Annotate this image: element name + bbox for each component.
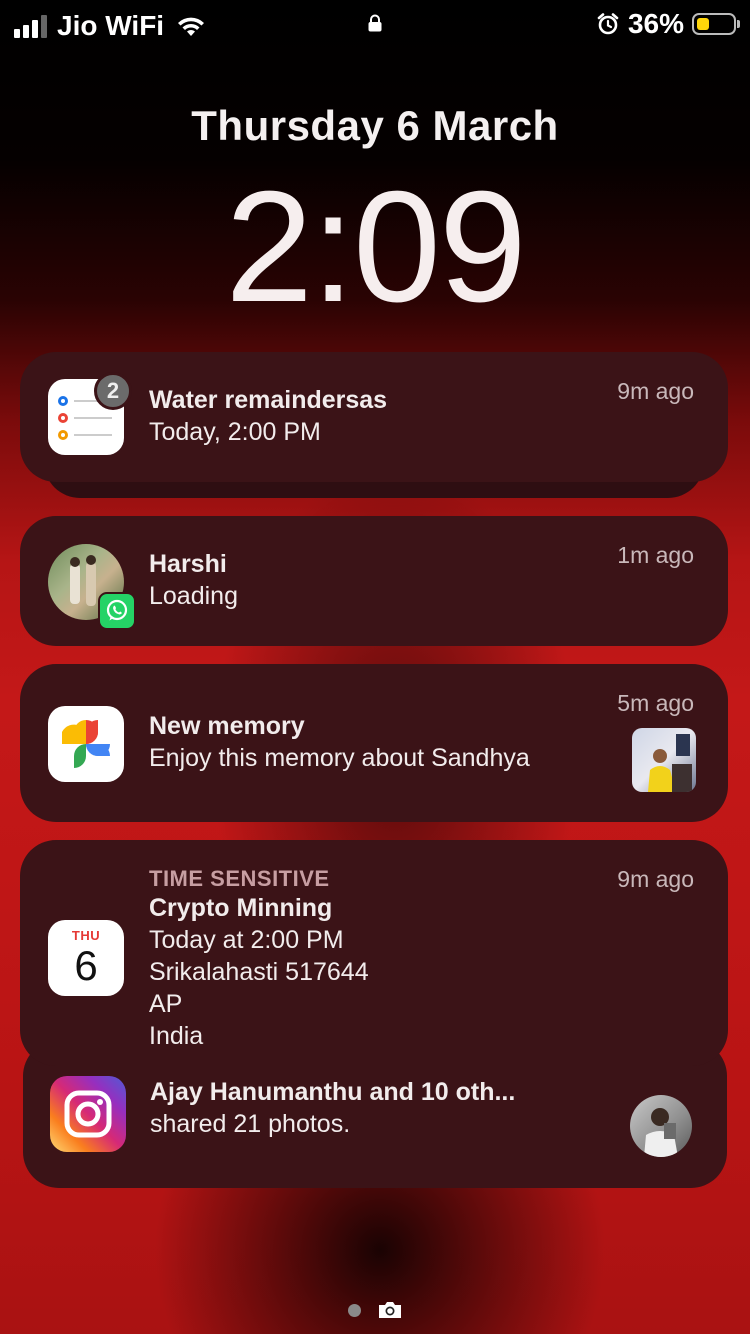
lock-time: 2:09 bbox=[225, 159, 527, 335]
notification-count-badge: 2 bbox=[94, 372, 132, 410]
time-sensitive-label: TIME SENSITIVE bbox=[149, 866, 330, 891]
notification-title: New memory bbox=[149, 712, 305, 740]
notification-time: 9m ago bbox=[617, 378, 694, 404]
notification-title: Ajay Hanumanthu and 10 oth... bbox=[150, 1078, 516, 1106]
notification-title: Water remaindersas bbox=[149, 386, 388, 414]
battery-percent: 36% bbox=[627, 8, 684, 39]
notification-time: 1m ago bbox=[617, 542, 694, 568]
signal-icon bbox=[14, 14, 47, 38]
notification-body: Today at 2:00 PM Srikalahasti 517644 AP … bbox=[149, 926, 369, 1050]
alarm-icon bbox=[597, 13, 619, 35]
avatar bbox=[630, 1095, 692, 1157]
notification-title: Crypto Minning bbox=[149, 894, 333, 922]
notification-whatsapp[interactable]: Harshi Loading 1m ago bbox=[20, 516, 728, 646]
memory-thumbnail bbox=[632, 728, 696, 792]
bottom-bar bbox=[0, 1296, 750, 1324]
lock-date: Thursday 6 March bbox=[191, 102, 559, 149]
calendar-icon-day: THU bbox=[71, 928, 101, 943]
notification-body: Loading bbox=[149, 582, 238, 610]
notification-time: 9m ago bbox=[617, 866, 694, 892]
calendar-icon-date: 6 bbox=[74, 942, 98, 989]
notification-reminders[interactable]: 2 Water remaindersas Today, 2:00 PM 9m a… bbox=[20, 352, 728, 482]
wifi-icon bbox=[178, 17, 205, 36]
status-bar: Jio WiFi 36% bbox=[0, 0, 750, 50]
notification-title: Harshi bbox=[149, 550, 227, 578]
notification-photos[interactable]: New memory Enjoy this memory about Sandh… bbox=[20, 664, 728, 822]
whatsapp-icon bbox=[98, 592, 136, 630]
notification-calendar[interactable]: THU 6 TIME SENSITIVE Crypto Minning Toda… bbox=[20, 840, 728, 1066]
camera-icon[interactable] bbox=[377, 1300, 403, 1320]
notification-body: Enjoy this memory about Sandhya bbox=[149, 744, 530, 772]
page-dot bbox=[348, 1304, 361, 1317]
notification-body: shared 21 photos. bbox=[150, 1110, 351, 1138]
battery-icon bbox=[692, 13, 740, 35]
notification-time: 5m ago bbox=[617, 690, 694, 716]
instagram-icon bbox=[50, 1076, 126, 1152]
carrier-label: Jio WiFi bbox=[57, 10, 165, 41]
photos-icon bbox=[48, 706, 124, 782]
calendar-icon: THU 6 bbox=[48, 920, 124, 996]
notification-body: Today, 2:00 PM bbox=[149, 418, 321, 446]
lock-icon bbox=[368, 14, 382, 32]
